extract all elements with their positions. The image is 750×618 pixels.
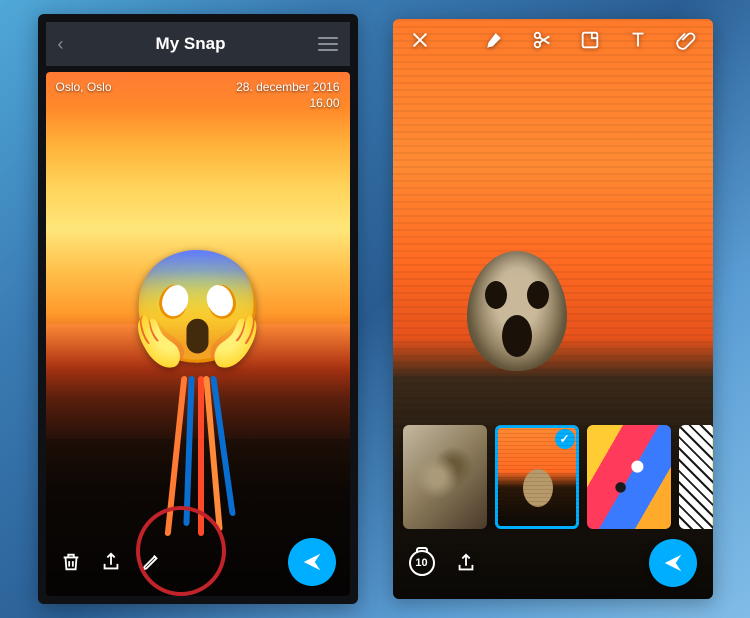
timer-value: 10 (415, 557, 427, 569)
send-button[interactable] (288, 538, 336, 586)
snap-date: 28. december 2016 (236, 80, 339, 94)
snap-metadata: Oslo, Oslo 28. december 2016 16.00 (56, 80, 340, 111)
brush-icon[interactable] (483, 29, 505, 51)
paint-drips (168, 376, 228, 536)
back-button[interactable]: ‹ (58, 34, 64, 55)
selected-check-icon: ✓ (555, 429, 575, 449)
filter-carousel[interactable]: ✓ (393, 425, 713, 529)
share-icon[interactable] (455, 552, 477, 574)
snap-photo[interactable]: Oslo, Oslo 28. december 2016 16.00 😱 (46, 72, 350, 596)
pencil-icon[interactable] (140, 551, 162, 573)
close-icon[interactable] (409, 29, 431, 51)
edit-canvas[interactable]: ✓ 10 (393, 19, 713, 599)
header-title: My Snap (156, 34, 226, 54)
my-snap-screen: ‹ My Snap Oslo, Oslo 28. december 2016 1… (38, 14, 358, 604)
share-icon[interactable] (100, 551, 122, 573)
edit-bottom-toolbar: 10 (393, 539, 713, 587)
header-bar: ‹ My Snap (46, 22, 350, 66)
snap-location: Oslo, Oslo (56, 80, 112, 111)
paperclip-icon[interactable] (675, 29, 697, 51)
filter-popart[interactable] (587, 425, 671, 529)
snap-bottom-toolbar (46, 538, 350, 586)
filter-comic[interactable] (679, 425, 713, 529)
scream-figure (467, 251, 587, 401)
filter-scream[interactable]: ✓ (495, 425, 579, 529)
text-icon[interactable] (627, 29, 649, 51)
sticker-icon[interactable] (579, 29, 601, 51)
snap-edit-screen: ✓ 10 (393, 19, 713, 599)
timer-icon[interactable]: 10 (409, 550, 435, 576)
scissors-icon[interactable] (531, 29, 553, 51)
menu-button[interactable] (318, 37, 338, 51)
snap-time: 16.00 (309, 96, 339, 110)
scream-emoji-sticker: 😱 (129, 253, 266, 363)
edit-top-toolbar (393, 29, 713, 51)
trash-icon[interactable] (60, 551, 82, 573)
send-button[interactable] (649, 539, 697, 587)
filter-abstract[interactable] (403, 425, 487, 529)
